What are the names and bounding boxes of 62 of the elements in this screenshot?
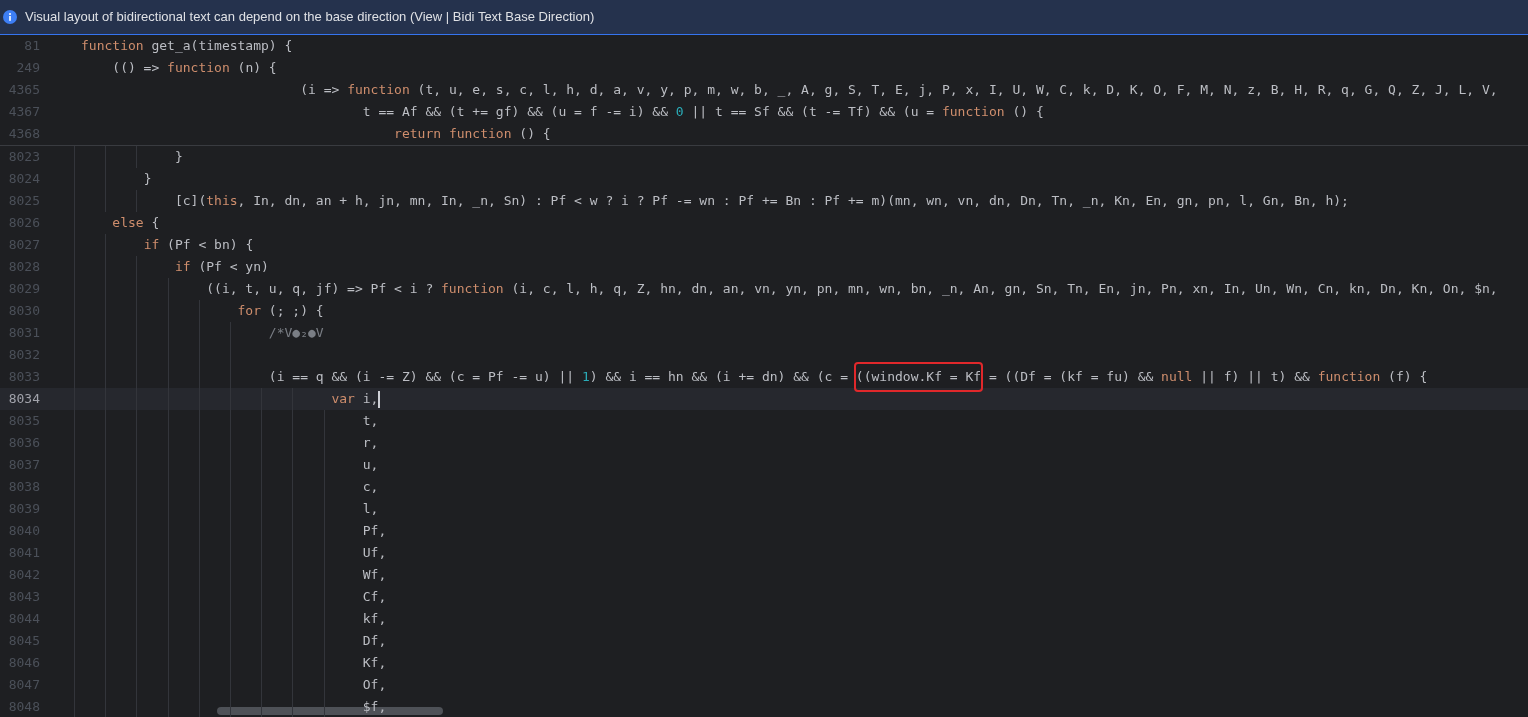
code-text: (t, u, e, s, c, l, h, d, a, v, y, p, m, w, b, _, A, g, S, T, E, j, P, x, I, U, W, C, k, D, K, O, F, M, N, z, B, H, R, q, G, Q, Z, J, L, V, [417,81,1498,100]
code-text: t == Af && (t += gf) && (u = f -= i) && [362,103,669,122]
code-text: r, [362,434,379,453]
code-text: l, [362,500,379,519]
highlighted-code: ((window.Kf = Kf [855,364,982,390]
code-keyword: function [941,103,1005,122]
code-text: (f) { [1388,368,1428,387]
code-text: Cf, [362,588,387,607]
banner-message: Visual layout of bidirectional text can depend on the base direction (View | Bidi Text Base Direction) [25,8,595,27]
code-text: (n) { [237,59,277,78]
code-comment: /*V●₂●V [268,324,324,343]
code-keyword: function [347,81,410,100]
code-keyword: if [143,236,160,255]
info-icon [3,10,17,24]
code-keyword: function [81,37,144,56]
code-text: () { [519,125,551,144]
code-text: { [151,214,160,233]
code-text: (i => [300,81,341,100]
code-text: Uf, [362,544,387,563]
code-text: Wf, [362,566,387,585]
code-text: Kf, [362,654,387,673]
code-text: () { [1012,103,1044,122]
text-cursor [378,390,381,408]
code-text: (; ;) { [268,302,324,321]
code-text: $f, [362,698,387,717]
code-text: (i == q && (i -= Z) && (c = Pf -= u) || [268,368,576,387]
code-text: (Pf < bn) { [167,236,254,255]
code-keyword: null [1161,368,1193,387]
code-text: , In, dn, an + h, jn, mn, In, _n, Sn) : Pf < w ? i ? Pf -= wn : Pf += Bn : Pf += m)(mn, wn, vn, dn, Dn, Tn, _n, Kn, En, gn, pn, l, Gn, Bn, h); [237,192,1349,211]
code-text: Of, [362,676,387,695]
code-text: t, [362,412,379,431]
code-text: Df, [362,632,387,651]
code-keyword: return [394,125,442,144]
code-text: = ((Df = (kf = fu) && [988,368,1155,387]
code-text: || f) || t) && [1200,368,1311,387]
code-text: (i, c, l, h, q, Z, hn, dn, an, vn, yn, pn, mn, wn, bn, _n, An, gn, Sn, Tn, En, jn, Pn, xn, In, Un, Wn, Cn, kn, Dn, Kn, On, $n, [511,280,1498,299]
code-text: ) && i == hn && (i += dn) && (c = [589,368,850,387]
code-keyword: function [441,280,504,299]
code-text: Pf, [362,522,387,541]
code-text: u, [362,456,379,475]
code-text: } [143,170,152,189]
code-text: (() => [112,59,161,78]
code-keyword: function [448,125,512,144]
code-keyword: else [112,214,144,233]
code-text: || t == Sf && (t -= Tf) && (u = [691,103,936,122]
code-text: kf, [362,610,387,629]
code-number: 0 [675,103,684,122]
code-text: i, [362,390,379,409]
code-text: } [174,148,183,167]
code-keyword: function [1317,368,1381,387]
code-text: get_a(timestamp) { [151,37,293,56]
code-text: c, [362,478,379,497]
code-keyword: var [331,390,355,409]
code-keyword: function [167,59,230,78]
code-text: (Pf < yn) [198,258,269,277]
code-keyword: for [237,302,262,321]
code-keyword: if [174,258,191,277]
code-text: [c]( [174,192,207,211]
code-number: 1 [581,368,590,387]
line-number: 8034 [7,390,40,409]
code-keyword: this [206,192,238,211]
code-text: ((i, t, u, q, jf) => Pf < i ? [206,280,435,299]
